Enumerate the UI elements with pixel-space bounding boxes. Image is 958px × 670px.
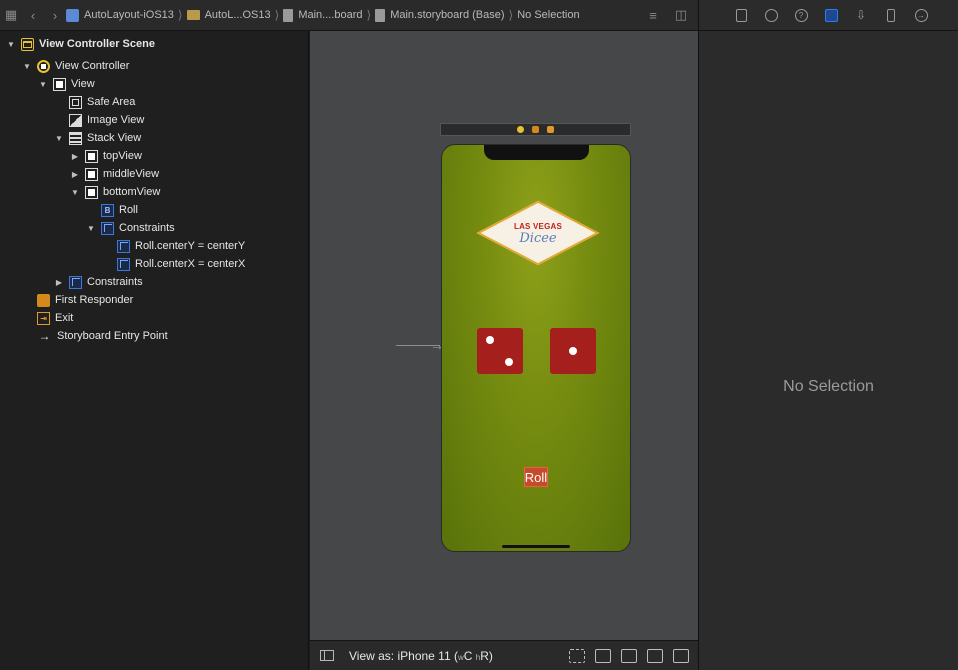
- folder-icon: [186, 10, 200, 20]
- outline-row-bottom-view[interactable]: ▼ bottomView: [70, 183, 160, 201]
- jump-bar: ▦ ‹ › AutoLayout-iOS13 ⟩ AutoL...OS13 ⟩ …: [0, 0, 698, 31]
- safe-area-icon: [69, 95, 82, 109]
- constraints-icon: [101, 221, 114, 235]
- embed-in-icon[interactable]: [673, 648, 689, 663]
- file-inspector-icon[interactable]: [733, 7, 749, 23]
- breadcrumb-separator: ⟩: [274, 8, 280, 22]
- breadcrumb-selection[interactable]: No Selection: [517, 9, 579, 21]
- outline-row-constraint-centerx[interactable]: ▶ Roll.centerX = centerX: [102, 255, 245, 273]
- attributes-inspector-icon[interactable]: ⇩: [853, 7, 869, 23]
- size-inspector-icon[interactable]: [883, 7, 899, 23]
- disclosure-open-icon[interactable]: ▼: [6, 40, 16, 49]
- dicee-logo-image[interactable]: LAS VEGAS Dicee: [476, 200, 600, 266]
- breadcrumb-separator: ⟩: [508, 8, 514, 22]
- disclosure-open-icon[interactable]: ▼: [70, 188, 80, 197]
- no-selection-label: No Selection: [783, 378, 874, 395]
- exit-dock-icon[interactable]: [547, 126, 554, 133]
- storyboard-file-icon: [283, 8, 294, 22]
- history-inspector-icon[interactable]: [763, 7, 779, 23]
- scene-icon: [21, 37, 34, 51]
- outline-row-roll-button[interactable]: ▶ B Roll: [86, 201, 138, 219]
- scene-dock[interactable]: [440, 123, 631, 136]
- align-icon[interactable]: [595, 648, 611, 663]
- breadcrumb-separator: ⟩: [177, 8, 183, 22]
- canvas-bottom-bar: View as: iPhone 11 (wC hR): [310, 640, 698, 670]
- connections-inspector-icon[interactable]: →: [913, 7, 929, 23]
- button-icon: B: [101, 203, 114, 217]
- constraint-icon: [117, 239, 130, 253]
- outline-row-scene[interactable]: ▼ View Controller Scene: [6, 35, 155, 53]
- breadcrumb-project[interactable]: AutoLayout-iOS13: [66, 8, 174, 22]
- disclosure-closed-icon[interactable]: ▶: [70, 152, 80, 161]
- add-constraints-icon[interactable]: [621, 648, 637, 663]
- outline-row-constraints-inner[interactable]: ▼ Constraints: [86, 219, 175, 237]
- identity-inspector-icon[interactable]: [823, 7, 839, 23]
- disclosure-open-icon[interactable]: ▼: [86, 224, 96, 233]
- split-editor-icon[interactable]: ◫: [670, 4, 692, 26]
- breadcrumb-separator: ⟩: [366, 8, 372, 22]
- view-icon: [85, 149, 98, 163]
- outline-row-entry-point[interactable]: ▶ → Storyboard Entry Point: [22, 327, 168, 345]
- breadcrumb-folder[interactable]: AutoL...OS13: [186, 9, 271, 21]
- dice-left-image[interactable]: [477, 328, 523, 374]
- back-icon[interactable]: ‹: [22, 4, 44, 26]
- view-controller-icon: [37, 59, 50, 73]
- view-as-device-button[interactable]: View as: iPhone 11 (wC hR): [349, 649, 493, 663]
- outline-row-top-view[interactable]: ▶ topView: [70, 147, 142, 165]
- view-controller-dock-icon[interactable]: [517, 126, 524, 133]
- outline-row-view[interactable]: ▼ View: [38, 75, 95, 93]
- first-responder-dock-icon[interactable]: [532, 126, 539, 133]
- iphone-scene[interactable]: LAS VEGAS Dicee Roll: [441, 144, 631, 552]
- dice-right-image[interactable]: [550, 328, 596, 374]
- constraint-icon: [117, 257, 130, 271]
- image-view-icon: [69, 113, 82, 127]
- toggle-outline-icon[interactable]: [320, 650, 334, 661]
- breadcrumb-storyboard-base[interactable]: Main.storyboard (Base): [375, 8, 505, 22]
- outline-row-stack-view[interactable]: ▼ Stack View: [54, 129, 141, 147]
- outline-row-middle-view[interactable]: ▶ middleView: [70, 165, 159, 183]
- view-icon: [85, 167, 98, 181]
- outline-row-safe-area[interactable]: ▶ Safe Area: [54, 93, 135, 111]
- storyboard-canvas[interactable]: → LAS VEGAS Dicee Roll: [310, 31, 698, 640]
- update-frames-icon[interactable]: [569, 648, 585, 663]
- disclosure-closed-icon[interactable]: ▶: [70, 170, 80, 179]
- disclosure-open-icon[interactable]: ▼: [22, 62, 32, 71]
- forward-icon[interactable]: ›: [44, 4, 66, 26]
- disclosure-closed-icon[interactable]: ▶: [54, 278, 64, 287]
- outline-row-constraints-outer[interactable]: ▶ Constraints: [54, 273, 143, 291]
- outline-row-image-view[interactable]: ▶ Image View: [54, 111, 144, 129]
- home-indicator: [502, 545, 570, 548]
- roll-button[interactable]: Roll: [524, 467, 548, 487]
- first-responder-icon: [37, 293, 50, 307]
- disclosure-open-icon[interactable]: ▼: [54, 134, 64, 143]
- document-outline: ▼ View Controller Scene ▼ View Controlle…: [0, 31, 309, 670]
- quick-help-icon[interactable]: ?: [793, 7, 809, 23]
- view-icon: [53, 77, 66, 91]
- outline-row-exit[interactable]: ▶ ⇥ Exit: [22, 309, 73, 327]
- editor-options-icon[interactable]: ≡: [642, 4, 664, 26]
- view-icon: [85, 185, 98, 199]
- related-items-icon[interactable]: ▦: [0, 4, 22, 26]
- project-icon: [66, 8, 79, 22]
- device-notch: [484, 145, 589, 160]
- breadcrumb-storyboard[interactable]: Main....board: [283, 8, 363, 22]
- resolve-issues-icon[interactable]: [647, 648, 663, 663]
- exit-icon: ⇥: [37, 311, 50, 325]
- outline-row-first-responder[interactable]: ▶ First Responder: [22, 291, 133, 309]
- outline-row-view-controller[interactable]: ▼ View Controller: [22, 57, 129, 75]
- inspector-panel: ? ⇩ → No Selection: [698, 0, 958, 670]
- outline-row-constraint-centery[interactable]: ▶ Roll.centerY = centerY: [102, 237, 245, 255]
- constraints-icon: [69, 275, 82, 289]
- inspector-tabs: ? ⇩ →: [699, 0, 958, 31]
- disclosure-open-icon[interactable]: ▼: [38, 80, 48, 89]
- stack-view-icon: [69, 131, 82, 145]
- storyboard-file-icon: [375, 8, 386, 22]
- entry-arrow-icon: →: [38, 329, 51, 343]
